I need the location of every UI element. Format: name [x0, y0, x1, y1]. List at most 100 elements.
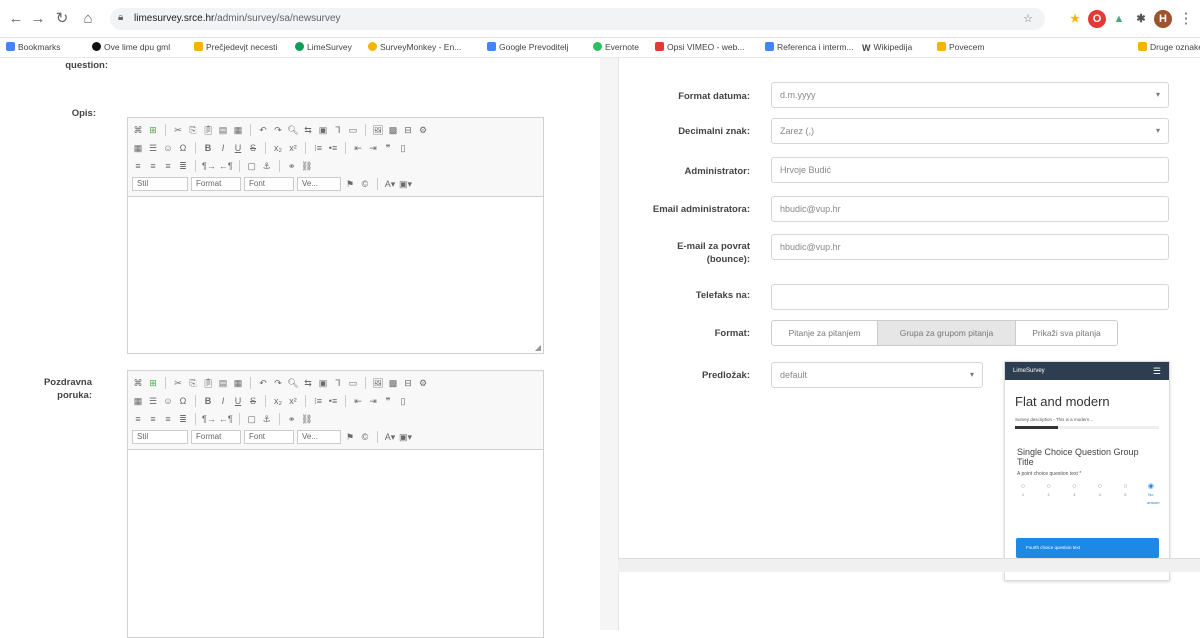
justify-icon[interactable]: ≣ — [177, 160, 189, 172]
predlozak-select[interactable]: default ▾ — [771, 362, 983, 388]
bold-icon[interactable]: B — [202, 395, 214, 407]
subscript-icon[interactable]: x₂ — [272, 142, 284, 154]
format-option-grupa[interactable]: Grupa za grupom pitanja — [877, 320, 1016, 346]
div-icon[interactable]: ▯ — [397, 142, 409, 154]
smiley-icon[interactable]: ☺ — [162, 395, 174, 407]
hr-icon[interactable]: ☰ — [147, 395, 159, 407]
subscript-icon[interactable]: x₂ — [272, 395, 284, 407]
omega-icon[interactable]: Ω — [177, 142, 189, 154]
image-icon[interactable]: 🖼︎ — [372, 377, 384, 389]
pozdravna-editor[interactable]: ⌘ ⊞ ✂ ⎘ 📋︎ ▤ ▦ ↶ ↷ 🔍︎ ⇆ ▣ Ꞁ ▭ 🖼︎ ▩ ⊟ ⚙ ▦… — [127, 370, 544, 638]
avatar[interactable]: H — [1154, 10, 1172, 28]
template-icon[interactable]: ⊞ — [147, 124, 159, 136]
copy-icon[interactable]: ⎘ — [187, 377, 199, 389]
superscript-icon[interactable]: x² — [287, 142, 299, 154]
rtl-icon[interactable]: ←¶ — [219, 413, 233, 425]
outdent-icon[interactable]: ⇤ — [352, 395, 364, 407]
blockquote-icon[interactable]: ❞ — [382, 395, 394, 407]
email-bounce-input[interactable]: hbudic@vup.hr — [771, 234, 1169, 260]
replace-icon[interactable]: ⇆ — [302, 124, 314, 136]
format-combo[interactable]: Format — [191, 430, 241, 444]
flash-icon[interactable]: ▭ — [347, 377, 359, 389]
menu-icon[interactable]: ⋮ — [1176, 9, 1196, 29]
unlink-icon[interactable]: ⛓ — [301, 160, 313, 172]
administrator-input[interactable]: Hrvoje Budić — [771, 157, 1169, 183]
editor-body[interactable] — [128, 197, 543, 347]
table-icon[interactable]: ▦ — [132, 395, 144, 407]
anchor-icon[interactable]: ⚓︎ — [261, 413, 273, 425]
undo-icon[interactable]: ↶ — [257, 377, 269, 389]
font-combo[interactable]: Font — [244, 430, 294, 444]
smiley-icon[interactable]: ☺ — [162, 142, 174, 154]
copyright-icon[interactable]: © — [359, 431, 371, 443]
extension-lightning-icon[interactable]: ★ — [1066, 10, 1084, 28]
paste-text-icon[interactable]: ▤ — [217, 124, 229, 136]
omega-icon[interactable]: Ω — [177, 395, 189, 407]
star-icon[interactable]: ☆ — [1023, 12, 1033, 25]
hr-icon[interactable]: ☰ — [147, 142, 159, 154]
styles-combo[interactable]: Stil — [132, 430, 188, 444]
resize-handle-icon[interactable]: ◢ — [535, 343, 541, 352]
link-icon[interactable]: ⚭ — [286, 160, 298, 172]
cut-icon[interactable]: ✂ — [172, 377, 184, 389]
justify-icon[interactable]: ≣ — [177, 413, 189, 425]
size-combo[interactable]: Ve... — [297, 430, 341, 444]
indent-icon[interactable]: ⇥ — [367, 142, 379, 154]
bold-icon[interactable]: B — [202, 142, 214, 154]
anchor-icon[interactable]: ⚓︎ — [261, 160, 273, 172]
paste-icon[interactable]: 📋︎ — [202, 377, 214, 389]
align-left-icon[interactable]: ≡ — [132, 160, 144, 172]
flash-icon[interactable]: ▭ — [347, 124, 359, 136]
email-admin-input[interactable]: hbudic@vup.hr — [771, 196, 1169, 222]
bullet-list-icon[interactable]: •≡ — [327, 142, 339, 154]
source-icon[interactable]: ⌘ — [132, 377, 144, 389]
bookmark-item[interactable]: W Wikipedija — [862, 42, 912, 53]
underline-icon[interactable]: U — [232, 395, 244, 407]
select-all-icon[interactable]: ▣ — [317, 124, 329, 136]
editor-body[interactable] — [128, 450, 543, 630]
bookmark-item[interactable]: Google Prevoditelj — [487, 42, 568, 52]
source-icon[interactable]: ⌘ — [132, 124, 144, 136]
language-icon[interactable]: ▢ — [246, 160, 258, 172]
reload-icon[interactable]: ↻ — [52, 9, 72, 29]
bookmark-apps[interactable]: Bookmarks — [6, 42, 61, 52]
settings-icon[interactable]: ⚙ — [417, 124, 429, 136]
table-icon[interactable]: ⊟ — [402, 377, 414, 389]
bookmark-item[interactable]: Ove lime dpu gml — [92, 42, 170, 52]
italic-icon[interactable]: I — [217, 395, 229, 407]
select-all-icon[interactable]: ▣ — [317, 377, 329, 389]
remove-format-icon[interactable]: Ꞁ — [332, 377, 344, 389]
align-center-icon[interactable]: ≡ — [147, 160, 159, 172]
ltr-icon[interactable]: ¶→ — [202, 160, 216, 172]
format-option-pitanje[interactable]: Pitanje za pitanjem — [771, 320, 878, 346]
bullet-list-icon[interactable]: •≡ — [327, 395, 339, 407]
paste-word-icon[interactable]: ▦ — [232, 377, 244, 389]
strike-icon[interactable]: S — [247, 395, 259, 407]
indent-icon[interactable]: ⇥ — [367, 395, 379, 407]
bookmark-item[interactable]: Evernote — [593, 42, 639, 52]
extension-drive-icon[interactable]: ▲ — [1110, 10, 1128, 28]
undo-icon[interactable]: ↶ — [257, 124, 269, 136]
decimalni-znak-select[interactable]: Zarez (,) ▾ — [771, 118, 1169, 144]
template-icon[interactable]: ⊞ — [147, 377, 159, 389]
opis-editor[interactable]: ⌘ ⊞ ✂ ⎘ 📋︎ ▤ ▦ ↶ ↷ 🔍︎ ⇆ ▣ Ꞁ ▭ 🖼︎ ▩ ⊟ ⚙ ▦… — [127, 117, 544, 354]
bookmark-item[interactable]: Prečjedevjt necesti — [194, 42, 277, 52]
size-combo[interactable]: Ve... — [297, 177, 341, 191]
text-color-icon[interactable]: A▾ — [384, 431, 396, 443]
align-center-icon[interactable]: ≡ — [147, 413, 159, 425]
format-combo[interactable]: Format — [191, 177, 241, 191]
settings-icon[interactable]: ⚙ — [417, 377, 429, 389]
address-bar[interactable]: 🔒︎ limesurvey.srce.hr/admin/survey/sa/ne… — [110, 8, 1045, 30]
align-left-icon[interactable]: ≡ — [132, 413, 144, 425]
font-combo[interactable]: Font — [244, 177, 294, 191]
align-right-icon[interactable]: ≡ — [162, 160, 174, 172]
numbered-list-icon[interactable]: ⁝≡ — [312, 395, 324, 407]
faks-input[interactable] — [771, 284, 1169, 310]
remove-format-icon[interactable]: Ꞁ — [332, 124, 344, 136]
cut-icon[interactable]: ✂ — [172, 124, 184, 136]
extension-puzzle-icon[interactable]: ✱ — [1132, 10, 1150, 28]
unlink-icon[interactable]: ⛓ — [301, 413, 313, 425]
styles-combo[interactable]: Stil — [132, 177, 188, 191]
table-icon[interactable]: ⊟ — [402, 124, 414, 136]
copy-icon[interactable]: ⎘ — [187, 124, 199, 136]
